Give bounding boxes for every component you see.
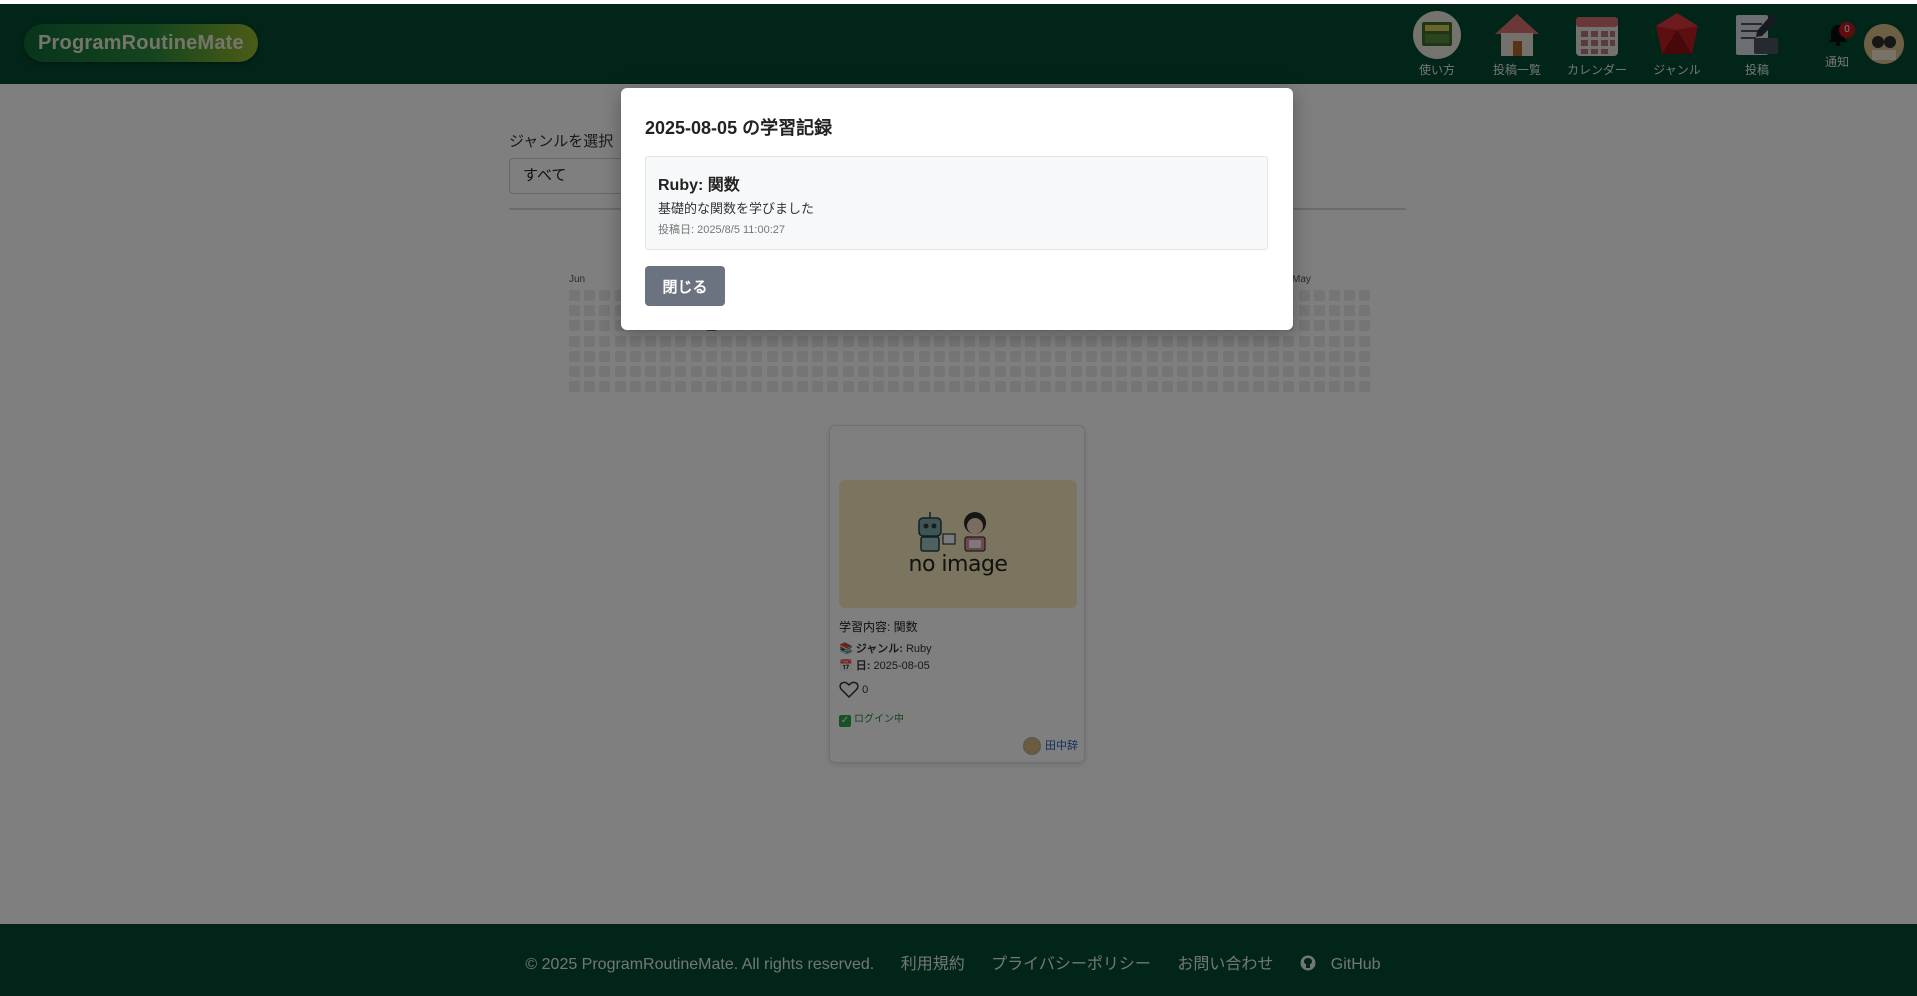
close-button[interactable]: 閉じる [645,266,725,306]
entry-date: 投稿日: 2025/8/5 11:00:27 [658,224,785,236]
study-record-modal: 2025-08-05 の学習記録 Ruby: 関数 基礎的な関数を学びました 投… [621,88,1293,330]
entry-body: 基礎的な関数を学びました [658,201,815,216]
entry-title: Ruby: 関数 [658,177,740,194]
modal-title: 2025-08-05 の学習記録 [645,118,833,138]
study-entry: Ruby: 関数 基礎的な関数を学びました 投稿日: 2025/8/5 11:0… [645,156,1268,250]
modal-overlay[interactable]: 2025-08-05 の学習記録 Ruby: 関数 基礎的な関数を学びました 投… [0,4,1917,996]
